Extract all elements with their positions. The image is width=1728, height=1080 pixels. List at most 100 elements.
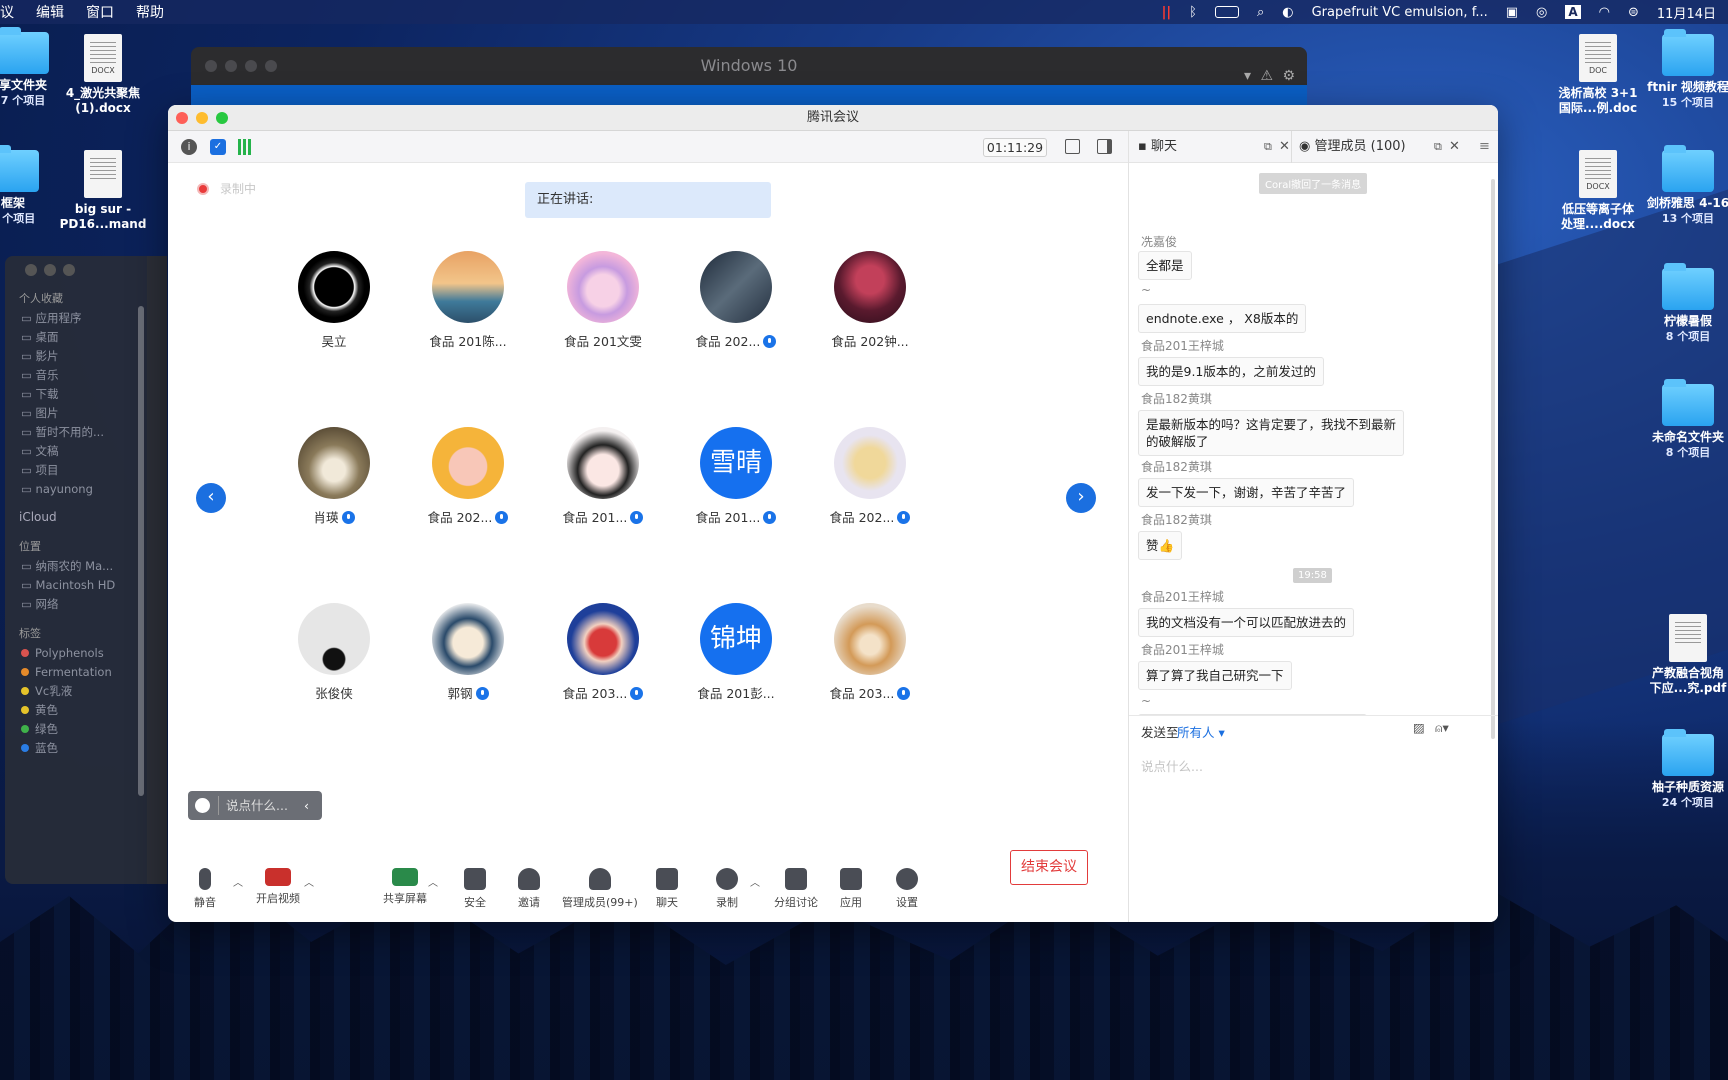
finder-sidebar-item[interactable]: ▭ 影片 — [5, 344, 147, 363]
finder-sidebar-item[interactable]: ▭ 项目 — [5, 458, 147, 477]
menu-item[interactable]: 议 — [0, 2, 14, 22]
invite-button[interactable]: 邀请 — [518, 868, 540, 910]
prev-page-button[interactable]: ‹ — [196, 483, 226, 513]
minimize-dot-icon[interactable] — [44, 264, 56, 276]
finder-location-item[interactable]: ▭ Macintosh HD — [5, 573, 147, 592]
participant-tile[interactable]: 食品 201陈... — [398, 251, 538, 350]
participant-tile[interactable]: 食品 201文雯 — [533, 251, 673, 350]
participant-tile[interactable]: 吴立 — [264, 251, 404, 350]
finder-scrollbar[interactable] — [138, 306, 144, 796]
tab-chat[interactable]: ▪ 聊天 — [1138, 131, 1177, 163]
parallels-icon[interactable]: || — [1162, 5, 1172, 20]
desktop-icon[interactable]: 柚子种质资源 24 个项目 — [1633, 729, 1728, 810]
record-button[interactable]: 录制 — [716, 868, 738, 910]
participant-tile[interactable]: 张俊侠 — [264, 603, 404, 702]
close-dot-icon[interactable] — [205, 60, 217, 72]
send-to-select[interactable]: 所有人 ▾ — [1177, 722, 1225, 741]
message-bubble[interactable]: 是最新版本的吗？这肯定要了，我找不到最新 的破解版了 — [1138, 410, 1405, 456]
message-bubble[interactable]: 我的是9.1版本的，之前发过的 — [1138, 357, 1324, 386]
chat-messages[interactable]: Coral撤回了一条消息 冼嘉俊 全都是 ~ endnote.exe ， X8版本的食… — [1129, 163, 1498, 715]
battery-icon[interactable] — [1214, 6, 1239, 18]
finder-location-item[interactable]: ▭ 纳雨农的 Ma... — [5, 554, 147, 573]
participant-tile[interactable]: 食品 201... — [533, 427, 673, 526]
finder-sidebar-item[interactable]: ▭ 音乐 — [5, 363, 147, 382]
participant-tile[interactable]: 食品 202... — [800, 427, 940, 526]
chat-scrollbar[interactable] — [1491, 179, 1495, 739]
menu-item[interactable]: 帮助 — [136, 2, 164, 22]
finder-tag-item[interactable]: 黄色 — [5, 698, 147, 717]
message-bubble[interactable]: 全都是 — [1138, 251, 1192, 280]
chat-input[interactable]: 说点什么... — [1141, 756, 1203, 775]
desktop-icon[interactable]: 柠檬暑假 8 个项目 — [1633, 263, 1728, 344]
tab-members[interactable]: ◉ 管理成员 (100) — [1299, 131, 1406, 163]
zoom-dot-icon[interactable] — [216, 112, 228, 124]
participant-tile[interactable]: 食品 202... — [666, 251, 806, 350]
finder-tag-item[interactable]: 绿色 — [5, 717, 147, 736]
finder-sidebar-item[interactable]: ▭ 暂时不用的... — [5, 420, 147, 439]
message-bubble[interactable]: 算了算了我自己研究一下 — [1138, 661, 1292, 690]
participant-tile[interactable]: 肖瑛 — [264, 427, 404, 526]
now-playing[interactable]: Grapefruit VC emulsion, f... — [1312, 5, 1488, 20]
participant-tile[interactable]: 食品 203... — [533, 603, 673, 702]
apps-button[interactable]: 应用 — [840, 868, 862, 910]
quick-chat-box[interactable]: 说点什么... ‹ — [188, 791, 322, 820]
airdrop-icon[interactable]: ◎ — [1536, 5, 1547, 20]
desktop-icon[interactable]: 产教融合视角 下应...究.pdf — [1633, 614, 1728, 696]
fullscreen-dot-icon[interactable] — [265, 60, 277, 72]
menu-item[interactable]: 编辑 — [36, 2, 64, 22]
desktop-icon[interactable]: ftnir 视频教程 15 个项目 — [1633, 29, 1728, 110]
participant-tile[interactable]: 食品 202钟... — [800, 251, 940, 350]
input-method-icon[interactable]: A — [1565, 5, 1581, 19]
finder-location-item[interactable]: ▭ 网络 — [5, 592, 147, 611]
finder-sidebar-item[interactable]: ▭ nayunong — [5, 477, 147, 496]
security-button[interactable]: 安全 — [464, 868, 486, 910]
manage-members-button[interactable]: 管理成员(99+) — [562, 868, 638, 910]
bluetooth-icon[interactable]: ᛒ — [1189, 5, 1197, 20]
mute-button[interactable]: 静音 — [194, 868, 216, 910]
chat-button[interactable]: 聊天 — [656, 868, 678, 910]
desktop-icon[interactable]: 未命名文件夹 8 个项目 — [1633, 379, 1728, 460]
finder-sidebar-item[interactable]: ▭ 文稿 — [5, 439, 147, 458]
participant-tile[interactable]: 郭钢 — [398, 603, 538, 702]
desktop-icon[interactable]: big sur - PD16...mand — [48, 150, 158, 232]
emoji-icon[interactable] — [195, 798, 210, 813]
menu-icon[interactable]: ≡ — [1479, 131, 1490, 163]
share-screen-button[interactable]: 共享屏幕 — [383, 868, 427, 906]
finder-sidebar-item[interactable]: ▭ 图片 — [5, 401, 147, 420]
popout-icon[interactable]: ⧉ — [1434, 131, 1442, 163]
finder-sidebar-item[interactable]: ▭ 桌面 — [5, 325, 147, 344]
wifi-icon[interactable]: ◠ — [1599, 5, 1610, 20]
participant-tile[interactable]: 食品 203... — [800, 603, 940, 702]
breakout-button[interactable]: 分组讨论 — [774, 868, 818, 910]
finder-tag-item[interactable]: Polyphenols — [5, 641, 147, 660]
finder-section-icloud[interactable]: iCloud — [5, 496, 147, 524]
finder-tag-item[interactable]: Vc乳液 — [5, 679, 147, 698]
zoom-dot-icon[interactable] — [63, 264, 75, 276]
finder-sidebar-item[interactable]: ▭ 下载 — [5, 382, 147, 401]
participant-tile[interactable]: 锦坤 食品 201彭... — [666, 603, 806, 702]
chevron-up-icon[interactable]: ︿ — [304, 874, 314, 889]
control-center-icon[interactable]: ⊜ — [1628, 5, 1639, 20]
minimize-dot-icon[interactable] — [225, 60, 237, 72]
search-icon[interactable]: ⌕ — [1257, 5, 1264, 20]
close-dot-icon[interactable] — [176, 112, 188, 124]
chevron-up-icon[interactable]: ︿ — [750, 874, 760, 889]
message-bubble[interactable]: 赞👍 — [1138, 531, 1183, 560]
chevron-up-icon[interactable]: ︿ — [233, 874, 243, 889]
notification-icon[interactable]: ▣ — [1506, 5, 1518, 20]
mention-icon[interactable]: ⍝▾ — [1435, 720, 1449, 736]
minimize-dot-icon[interactable] — [196, 112, 208, 124]
participant-tile[interactable]: 食品 202... — [398, 427, 538, 526]
meeting-titlebar[interactable]: 腾讯会议 — [168, 105, 1498, 131]
chevron-up-icon[interactable]: ︿ — [428, 874, 438, 889]
finder-tag-item[interactable]: Fermentation — [5, 660, 147, 679]
settings-button[interactable]: 设置 — [896, 868, 918, 910]
video-button[interactable]: 开启视频 — [256, 868, 300, 906]
next-page-button[interactable]: › — [1066, 483, 1096, 513]
close-dot-icon[interactable] — [25, 264, 37, 276]
menubar-date[interactable]: 11月14日 — [1657, 3, 1716, 22]
popout-icon[interactable]: ⧉ — [1264, 131, 1272, 163]
desktop-icon[interactable]: DOCX 4_激光共聚焦 (1).docx — [48, 34, 158, 116]
zoom-dot-icon[interactable] — [245, 60, 257, 72]
wechat-icon[interactable]: ◐ — [1282, 5, 1293, 20]
